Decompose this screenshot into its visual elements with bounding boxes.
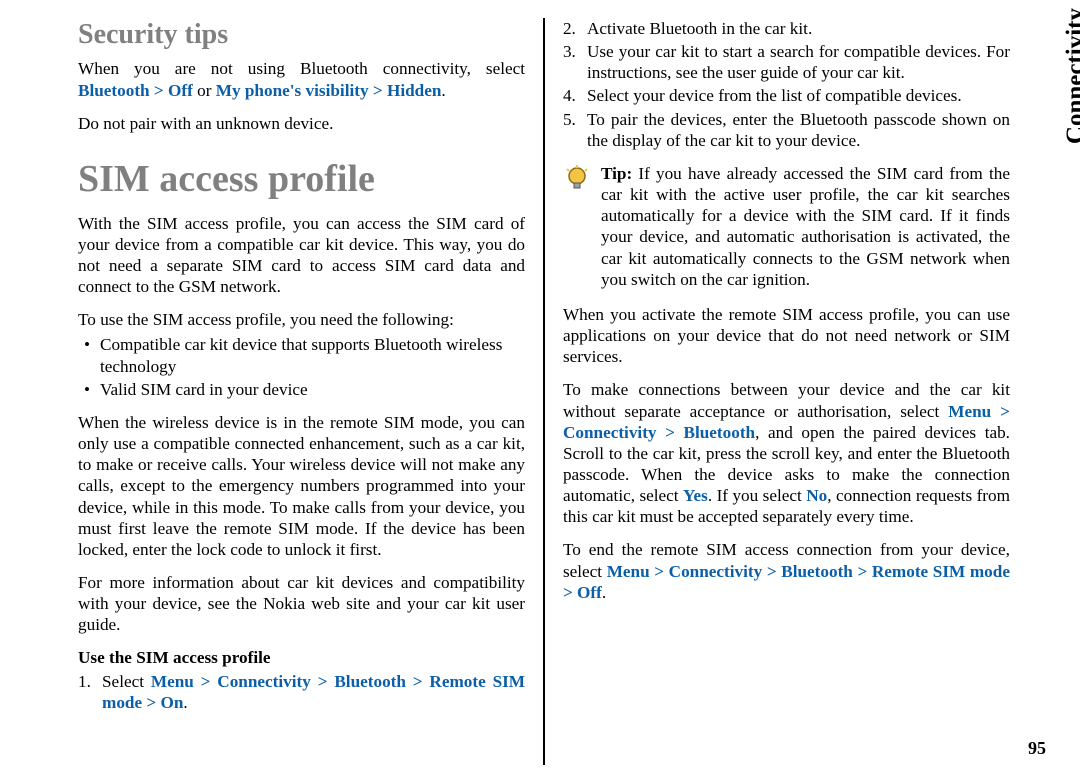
text: .: [441, 81, 445, 100]
tip-text: Tip: If you have already accessed the SI…: [601, 163, 1010, 290]
tip-block: Tip: If you have already accessed the SI…: [563, 163, 1010, 290]
tip-label: Tip:: [601, 164, 638, 183]
text: To make connections between your device …: [563, 380, 1010, 420]
nav-path-bluetooth-off: Bluetooth > Off: [78, 81, 193, 100]
option-yes: Yes: [683, 486, 708, 505]
list-item: Valid SIM card in your device: [78, 379, 525, 400]
list-item: Compatible car kit device that supports …: [78, 334, 525, 376]
list-item: Use your car kit to start a search for c…: [563, 41, 1010, 83]
security-tip-1: When you are not using Bluetooth connect…: [78, 58, 525, 100]
nav-path-remote-sim-on: Menu > Connectivity > Bluetooth > Remote…: [102, 672, 525, 712]
use-sim-steps-part2: Activate Bluetooth in the car kit. Use y…: [563, 18, 1010, 151]
remote-sim-mode-paragraph: When the wireless device is in the remot…: [78, 412, 525, 560]
text: .: [602, 583, 606, 602]
option-no: No: [806, 486, 827, 505]
end-connection-paragraph: To end the remote SIM access connection …: [563, 539, 1010, 602]
heading-security-tips: Security tips: [78, 18, 525, 52]
nav-path-visibility-hidden: My phone's visibility > Hidden: [216, 81, 442, 100]
sim-requirements-list: Compatible car kit device that supports …: [78, 334, 525, 399]
page-number: 95: [1028, 738, 1046, 759]
subheading-use-sim-profile: Use the SIM access profile: [78, 647, 525, 668]
list-item: Activate Bluetooth in the car kit.: [563, 18, 1010, 39]
security-tip-2: Do not pair with an unknown device.: [78, 113, 525, 134]
column-divider: [543, 18, 545, 765]
make-connections-paragraph: To make connections between your device …: [563, 379, 1010, 527]
list-item: Select your device from the list of comp…: [563, 85, 1010, 106]
manual-page: Connectivity Security tips When you are …: [0, 0, 1080, 779]
section-side-tab: Connectivity: [1062, 8, 1080, 208]
text: or: [193, 81, 216, 100]
text: Select: [102, 672, 151, 691]
column-left: Security tips When you are not using Blu…: [78, 18, 525, 765]
nav-path-remote-sim-off: Menu > Connectivity > Bluetooth > Remote…: [563, 562, 1010, 602]
sim-requirements-intro: To use the SIM access profile, you need …: [78, 309, 525, 330]
two-column-layout: Security tips When you are not using Blu…: [78, 18, 1010, 765]
column-right: Activate Bluetooth in the car kit. Use y…: [563, 18, 1010, 765]
more-info-paragraph: For more information about car kit devic…: [78, 572, 525, 635]
activate-remote-sim-paragraph: When you activate the remote SIM access …: [563, 304, 1010, 367]
sim-intro-paragraph: With the SIM access profile, you can acc…: [78, 213, 525, 298]
list-item: Select Menu > Connectivity > Bluetooth >…: [78, 671, 525, 713]
text: . If you select: [708, 486, 806, 505]
text: .: [183, 693, 187, 712]
lightbulb-icon: [563, 163, 591, 290]
heading-sim-access-profile: SIM access profile: [78, 156, 525, 203]
text: When you are not using Bluetooth connect…: [78, 59, 525, 78]
use-sim-steps-part1: Select Menu > Connectivity > Bluetooth >…: [78, 671, 525, 713]
text: If you have already accessed the SIM car…: [601, 164, 1010, 289]
list-item: To pair the devices, enter the Bluetooth…: [563, 109, 1010, 151]
